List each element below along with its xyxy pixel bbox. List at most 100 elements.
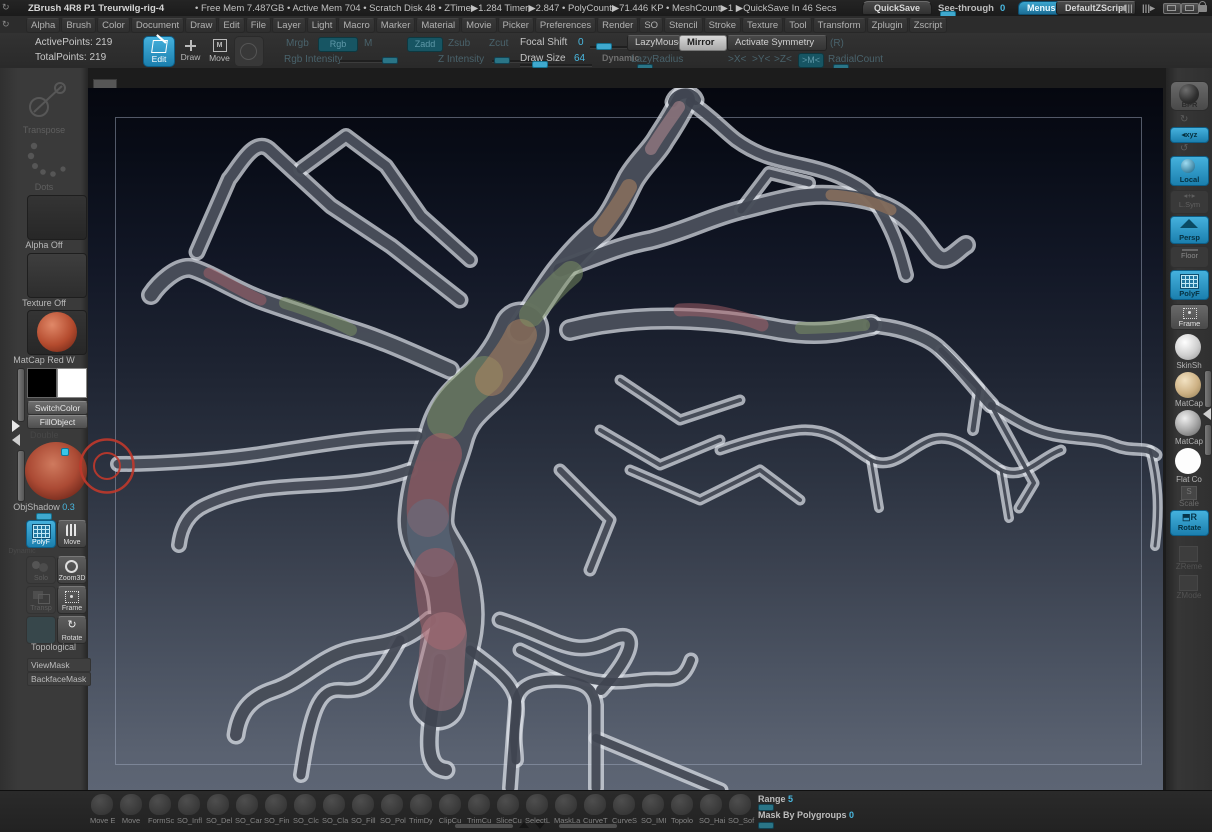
zreme-icon[interactable] — [1179, 546, 1198, 562]
menu-item[interactable]: Render — [597, 18, 638, 33]
spin-ccw-icon[interactable]: ↺ — [1180, 143, 1188, 154]
edit-button[interactable]: Edit — [143, 36, 175, 67]
objshadow-label[interactable]: ObjShadow 0.3 — [0, 502, 88, 512]
rotate-view-button[interactable]: ⬒R Rotate — [1170, 510, 1209, 536]
backfacemask-button[interactable]: BackfaceMask — [27, 672, 91, 686]
brush-item[interactable]: SO_Car — [235, 794, 259, 825]
right-scrollbar-upper[interactable] — [1204, 370, 1212, 408]
brush-item[interactable]: CurveS — [612, 794, 636, 825]
menu-item[interactable]: Texture — [742, 18, 783, 33]
brush-item[interactable]: SO_Cla — [322, 794, 346, 825]
menu-item[interactable]: Zscript — [909, 18, 948, 33]
menu-item[interactable]: Layer — [272, 18, 306, 33]
brush-item[interactable]: SO_Hai — [699, 794, 723, 825]
solo-button[interactable]: Solo — [26, 556, 56, 584]
polyframe-button[interactable]: PolyF — [26, 520, 56, 548]
brush-item[interactable]: SO_Fin — [264, 794, 288, 825]
zmode-label[interactable]: ZMode — [1166, 591, 1212, 600]
draw-size-slider[interactable] — [532, 61, 548, 68]
mask-by-polygroups-row[interactable]: Mask By Polygroups 0 — [758, 810, 854, 820]
dots-label[interactable]: Dots — [0, 182, 88, 192]
brush-item[interactable]: SO_Infl — [177, 794, 201, 825]
mask-slider[interactable] — [758, 822, 774, 829]
brush-item[interactable]: SelectL — [525, 794, 549, 825]
tray-scrollbar-upper[interactable] — [17, 368, 25, 422]
menu-item[interactable]: Zplugin — [867, 18, 908, 33]
move-tool-button[interactable]: Move — [57, 520, 87, 548]
xyz-button[interactable]: ◂xyz — [1170, 127, 1209, 143]
transp-button[interactable]: Transp — [26, 586, 56, 614]
brush-item[interactable]: ClipCu — [438, 794, 462, 825]
flat-color-circle[interactable] — [1175, 448, 1201, 474]
brush-item[interactable]: SO_Fill — [351, 794, 375, 825]
rgb-intensity-slider[interactable] — [382, 57, 398, 64]
zsub-button[interactable]: Zsub — [448, 38, 470, 49]
menu-item[interactable]: Document — [131, 18, 184, 33]
menu-item[interactable]: Material — [416, 18, 460, 33]
activate-symmetry-button[interactable]: Activate Symmetry — [727, 35, 827, 51]
focal-shift-label[interactable]: Focal Shift — [520, 37, 567, 48]
range-slider[interactable] — [758, 804, 774, 811]
sym-x-button[interactable]: >X< — [728, 54, 746, 65]
menu-item[interactable]: Alpha — [26, 18, 60, 33]
focal-shift-slider[interactable] — [596, 43, 612, 50]
menu-item[interactable]: Stencil — [664, 18, 703, 33]
scroll-up-icon[interactable] — [519, 822, 529, 828]
refresh-icon-2[interactable]: ↻ — [2, 19, 10, 30]
zoom3d-button[interactable]: Zoom3D — [57, 556, 87, 584]
menu-item[interactable]: Picker — [498, 18, 534, 33]
sym-y-button[interactable]: >Y< — [752, 54, 770, 65]
panel-expand-icon[interactable] — [1181, 3, 1199, 14]
secondary-color-swatch[interactable] — [57, 368, 87, 398]
draw-button[interactable]: Draw — [177, 36, 204, 65]
menu-item[interactable]: Draw — [185, 18, 217, 33]
scale-label[interactable]: Scale — [1166, 499, 1212, 508]
transpose-icon[interactable] — [24, 78, 72, 124]
matcap-gray-sphere-b[interactable] — [1175, 410, 1201, 436]
brush-item[interactable]: MaskLa — [554, 794, 578, 825]
zcut-button[interactable]: Zcut — [489, 38, 508, 49]
right-scrollbar-lower[interactable] — [1204, 424, 1212, 456]
material-thumbnail[interactable] — [27, 310, 87, 355]
spin-cw-icon[interactable]: ↻ — [1180, 114, 1188, 125]
brush-item[interactable]: Move E — [90, 794, 114, 825]
refresh-icon[interactable]: ↻ — [2, 2, 10, 13]
tray-scrollbar-lower[interactable] — [17, 450, 25, 502]
local-button[interactable]: Local — [1170, 156, 1209, 186]
brush-item[interactable]: TrimCu — [467, 794, 491, 825]
sym-z-button[interactable]: >Z< — [774, 54, 792, 65]
main-color-swatch[interactable] — [27, 368, 57, 398]
transpose-label[interactable]: Transpose — [0, 125, 88, 135]
brush-item[interactable]: SO_Pol — [380, 794, 404, 825]
matcap-gray-sphere-a[interactable] — [1175, 372, 1201, 398]
brush-item[interactable]: SO_IMI — [641, 794, 665, 825]
tray-expand-arrow[interactable] — [12, 420, 20, 432]
range-slider-row[interactable]: Range 5 — [758, 794, 854, 804]
brush-item[interactable]: SliceCu — [496, 794, 520, 825]
menu-item[interactable]: Movie — [461, 18, 496, 33]
tray-collapse-arrow[interactable] — [12, 434, 20, 446]
menu-item[interactable]: Brush — [61, 18, 96, 33]
menu-item[interactable]: Light — [307, 18, 338, 33]
move-button[interactable]: M Move — [206, 36, 233, 65]
scale-icon[interactable]: S — [1181, 486, 1197, 500]
quicksave-button[interactable]: QuickSave — [862, 1, 932, 15]
fill-object-button[interactable]: FillObject — [27, 415, 88, 429]
dots-icon[interactable] — [26, 140, 72, 180]
frame-view-button[interactable]: Frame — [1170, 304, 1209, 330]
menu-item[interactable]: Edit — [218, 18, 244, 33]
persp-button[interactable]: Persp — [1170, 216, 1209, 244]
texture-thumbnail[interactable] — [27, 253, 87, 298]
rgb-intensity-label[interactable]: Rgb Intensity — [284, 54, 342, 65]
alpha-thumbnail[interactable] — [27, 195, 87, 240]
lsym-button[interactable]: ◂+▸ L.Sym — [1170, 190, 1209, 214]
panel-collapse-icon[interactable] — [1163, 3, 1181, 14]
brush-item[interactable]: SO_Del — [206, 794, 230, 825]
menu-item[interactable]: Color — [97, 18, 130, 33]
menu-item[interactable]: Tool — [784, 18, 811, 33]
floor-button[interactable]: Floor — [1170, 246, 1209, 268]
menu-item[interactable]: Preferences — [535, 18, 596, 33]
skinshade-sphere[interactable] — [1175, 334, 1201, 360]
sculpt-mode-button[interactable] — [234, 36, 264, 67]
zadd-button[interactable]: Zadd — [407, 37, 443, 52]
